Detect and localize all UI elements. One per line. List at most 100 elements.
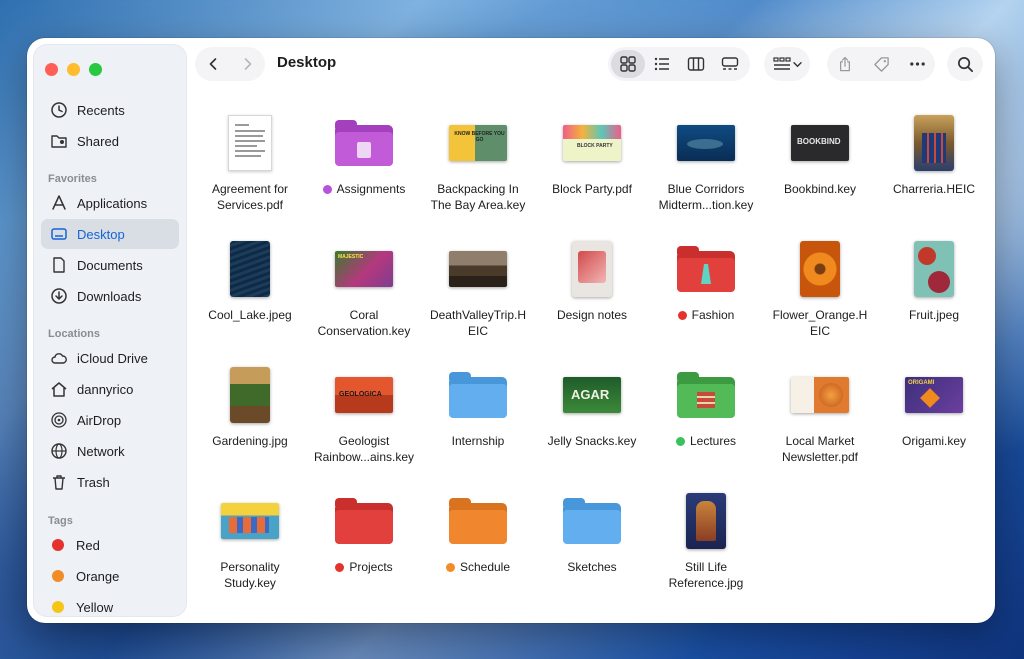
file-item[interactable]: Fruit.jpeg: [877, 236, 991, 324]
file-item[interactable]: Flower_Orange.H EIC: [763, 236, 877, 339]
sidebar-item-label: Desktop: [77, 226, 125, 242]
sidebar-favorites-section: Favorites Applications Desktop Documents: [41, 170, 179, 312]
icon-view-button[interactable]: [611, 50, 645, 78]
file-name: Conservation.key: [317, 323, 411, 338]
chevron-left-icon: [209, 58, 216, 70]
sidebar-item-airdrop[interactable]: AirDrop: [41, 405, 179, 435]
file-item[interactable]: BLOCK PARTY Block Party.pdf: [535, 110, 649, 198]
red-tag-icon: [52, 539, 64, 551]
sidebar-item-applications[interactable]: Applications: [41, 188, 179, 218]
keynote-thumbnail: GEOLOGICA: [307, 362, 421, 428]
file-name: Jelly Snacks.key: [547, 434, 637, 448]
column-view-button[interactable]: [679, 50, 713, 78]
more-button[interactable]: [903, 50, 931, 78]
sidebar-item-downloads[interactable]: Downloads: [41, 281, 179, 311]
file-name: Coral: [349, 308, 379, 322]
navigation-group: [195, 47, 265, 81]
folder-item[interactable]: Schedule: [421, 488, 535, 576]
close-button[interactable]: [45, 63, 58, 76]
sidebar-item-label: Trash: [77, 474, 110, 490]
file-item[interactable]: Charreria.HEIC: [877, 110, 991, 198]
photo-thumbnail: [877, 236, 991, 302]
file-name: Flower_Orange.H: [772, 308, 868, 322]
file-name: Reference.jpg: [668, 575, 744, 590]
file-item[interactable]: Design notes: [535, 236, 649, 324]
folder-item[interactable]: Assignments: [307, 110, 421, 198]
file-item[interactable]: Cool_Lake.jpeg: [193, 236, 307, 324]
share-button[interactable]: [831, 50, 859, 78]
sidebar-item-recents[interactable]: Recents: [41, 95, 179, 125]
sidebar-item-shared[interactable]: Shared: [41, 126, 179, 156]
file-name: Fashion: [691, 308, 735, 322]
slide-title: ORIGAMI: [908, 380, 935, 386]
sidebar-tag-yellow[interactable]: Yellow: [41, 592, 179, 622]
cloud-icon: [50, 349, 68, 367]
folder-item[interactable]: Internship: [421, 362, 535, 450]
file-item[interactable]: Gardening.jpg: [193, 362, 307, 450]
file-grid: Agreement for Services.pdf Assignments KN…: [193, 100, 989, 620]
sidebar-item-desktop[interactable]: Desktop: [41, 219, 179, 249]
sidebar-item-trash[interactable]: Trash: [41, 467, 179, 497]
photo-thumbnail: [193, 236, 307, 302]
file-item[interactable]: Still Life Reference.jpg: [649, 488, 763, 591]
photo-thumbnail: [193, 362, 307, 428]
file-name: Cool_Lake.jpeg: [208, 308, 292, 322]
folder-icon: [307, 488, 421, 554]
file-item[interactable]: KNOW BEFORE YOU GO Backpacking In The Bay…: [421, 110, 535, 213]
sidebar-item-home[interactable]: dannyrico: [41, 374, 179, 404]
pdf-thumbnail: [763, 362, 877, 428]
file-name: The Bay Area.key: [430, 197, 526, 212]
sidebar-item-label: iCloud Drive: [77, 350, 148, 366]
forward-button[interactable]: [234, 50, 262, 78]
file-name: Projects: [349, 560, 393, 574]
file-item[interactable]: Blue Corridors Midterm...tion.key: [649, 110, 763, 213]
sidebar-item-label: Documents: [77, 257, 143, 273]
minimize-button[interactable]: [67, 63, 80, 76]
sidebar-tag-orange[interactable]: Orange: [41, 561, 179, 591]
sidebar-top-section: Recents Shared: [41, 95, 179, 157]
back-button[interactable]: [199, 50, 227, 78]
file-name: Fruit.jpeg: [908, 308, 960, 322]
file-item[interactable]: GEOLOGICA Geologist Rainbow...ains.key: [307, 362, 421, 465]
folder-icon: [421, 362, 535, 428]
orange-tag-icon: [445, 563, 455, 572]
grid-icon: [620, 56, 636, 72]
clock-icon: [50, 101, 68, 119]
search-icon: [957, 56, 973, 72]
slide-title: GEOLOGICA: [339, 391, 382, 398]
sidebar-item-icloud-drive[interactable]: iCloud Drive: [41, 343, 179, 373]
folder-item[interactable]: Fashion: [649, 236, 763, 324]
list-view-button[interactable]: [645, 50, 679, 78]
chevron-down-icon: [792, 61, 802, 67]
sidebar-item-label: Applications: [77, 195, 148, 211]
file-item[interactable]: BOOKBIND Bookbind.key: [763, 110, 877, 198]
red-tag-icon: [677, 311, 687, 320]
sidebar-tag-red[interactable]: Red: [41, 530, 179, 560]
file-name: Agreement for: [211, 182, 289, 196]
sidebar-item-label: Shared: [77, 133, 119, 149]
group-by-button[interactable]: [764, 47, 810, 81]
folder-item[interactable]: Sketches: [535, 488, 649, 576]
desktop-icon: [50, 225, 68, 243]
home-icon: [50, 380, 68, 398]
keynote-thumbnail: KNOW BEFORE YOU GO: [421, 110, 535, 176]
folder-item[interactable]: Lectures: [649, 362, 763, 450]
file-item[interactable]: AGAR Jelly Snacks.key: [535, 362, 649, 450]
file-item[interactable]: Agreement for Services.pdf: [193, 110, 307, 213]
sidebar-item-documents[interactable]: Documents: [41, 250, 179, 280]
file-item[interactable]: Personality Study.key: [193, 488, 307, 591]
file-item[interactable]: DeathValleyTrip.H EIC: [421, 236, 535, 339]
file-name: Bookbind.key: [783, 182, 857, 196]
group-icon: [772, 57, 791, 70]
shared-folder-icon: [50, 132, 68, 150]
sidebar-item-network[interactable]: Network: [41, 436, 179, 466]
file-item[interactable]: MAJESTIC Coral Conservation.key: [307, 236, 421, 339]
file-item[interactable]: Local Market Newsletter.pdf: [763, 362, 877, 465]
file-item[interactable]: ORIGAMI Origami.key: [877, 362, 991, 450]
gallery-view-button[interactable]: [713, 50, 747, 78]
folder-item[interactable]: Projects: [307, 488, 421, 576]
zoom-button[interactable]: [89, 63, 102, 76]
tag-button[interactable]: [867, 50, 895, 78]
search-button[interactable]: [947, 47, 983, 81]
tags-header: Tags: [48, 515, 73, 527]
